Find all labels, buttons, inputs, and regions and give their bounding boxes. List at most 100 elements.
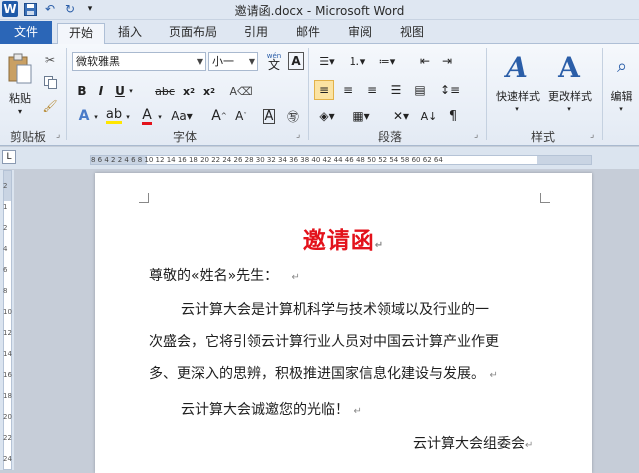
tab-insert[interactable]: 插入 bbox=[108, 23, 152, 44]
signature-line[interactable]: 云计算大会组委会↵ bbox=[413, 433, 533, 453]
document-heading[interactable]: 邀请函↵ bbox=[95, 221, 592, 255]
font-launcher-icon[interactable]: ⌟ bbox=[296, 130, 300, 140]
font-group-label: 字体 bbox=[172, 130, 197, 144]
separator bbox=[602, 48, 603, 140]
body-line-1[interactable]: 云计算大会是计算机科学与技术领域以及行业的一 bbox=[181, 299, 489, 319]
tab-page-layout[interactable]: 页面布局 bbox=[160, 23, 226, 44]
multilevel-list-button[interactable]: ≔▾ bbox=[374, 52, 400, 70]
vertical-ruler[interactable]: 2 1 2 4 6 8 10 12 14 16 18 20 22 24 bbox=[0, 170, 14, 470]
change-styles-dropdown-icon[interactable]: ▾ bbox=[564, 104, 574, 114]
vertical-ruler-strip bbox=[3, 170, 12, 470]
tab-mailings[interactable]: 邮件 bbox=[286, 23, 330, 44]
shrink-font-button[interactable]: Aˇ bbox=[232, 106, 250, 126]
title-bar: W ↶ ↻ ▾ 邀请函.docx - Microsoft Word bbox=[0, 0, 639, 20]
editing-dropdown-icon[interactable]: ▾ bbox=[616, 104, 626, 114]
vruler-number: 8 bbox=[3, 287, 8, 295]
horizontal-ruler[interactable]: 8 6 4 2 2 4 6 8 10 12 14 16 18 20 22 24 … bbox=[90, 155, 592, 165]
enclose-char-button[interactable]: A bbox=[260, 106, 278, 126]
bold-button[interactable]: B bbox=[74, 82, 90, 100]
heading-text: 邀请函 bbox=[302, 228, 375, 254]
window-title: 邀请函.docx - Microsoft Word bbox=[234, 4, 405, 18]
strikethrough-button[interactable]: abc bbox=[154, 82, 176, 100]
underline-dropdown-icon[interactable]: ▾ bbox=[127, 84, 135, 98]
highlight-dropdown-icon[interactable]: ▾ bbox=[124, 110, 132, 124]
shading-button[interactable]: ◈▾ bbox=[314, 106, 340, 126]
ribbon-tab-row: 文件 开始 插入 页面布局 引用 邮件 审阅 视图 bbox=[0, 20, 639, 44]
font-color-button[interactable]: A bbox=[138, 106, 156, 126]
sort-button[interactable]: A↓ bbox=[420, 106, 438, 126]
borders-button[interactable]: ▦▾ bbox=[348, 106, 374, 126]
styles-group-label: 样式 bbox=[530, 130, 555, 144]
change-styles-icon[interactable]: A bbox=[552, 50, 586, 84]
chevron-down-icon: ▼ bbox=[196, 57, 203, 66]
superscript-button[interactable]: x2 bbox=[200, 82, 218, 100]
increase-indent-button[interactable]: ⇥ bbox=[438, 52, 456, 70]
greeting-text: 尊敬的«姓名»先生： bbox=[149, 268, 279, 284]
change-styles-label[interactable]: 更改样式 bbox=[544, 88, 596, 104]
vruler-number: 14 bbox=[3, 350, 12, 358]
vruler-number: 22 bbox=[3, 434, 12, 442]
styles-launcher-icon[interactable]: ⌟ bbox=[590, 130, 594, 140]
copy-icon[interactable] bbox=[42, 74, 58, 90]
chevron-down-icon: ▼ bbox=[248, 57, 255, 66]
decrease-indent-button[interactable]: ⇤ bbox=[416, 52, 434, 70]
tab-home[interactable]: 开始 bbox=[57, 23, 105, 44]
justify-button[interactable]: ☰ bbox=[386, 80, 406, 100]
editing-icon[interactable]: ⌕ bbox=[608, 52, 636, 80]
paragraph-launcher-icon[interactable]: ⌟ bbox=[474, 130, 478, 140]
change-case-button[interactable]: Aa▾ bbox=[170, 106, 194, 126]
phonetic-guide-button[interactable]: wén 文 bbox=[264, 50, 284, 72]
quick-styles-dropdown-icon[interactable]: ▾ bbox=[512, 104, 522, 114]
format-painter-icon[interactable]: 🖌 bbox=[42, 98, 58, 114]
document-page[interactable]: 邀请函↵ 尊敬的«姓名»先生： ↵ 云计算大会是计算机科学与技术领域以及行业的一… bbox=[95, 173, 592, 473]
paragraph-mark: ↵ bbox=[489, 370, 498, 381]
body-line-2[interactable]: 次盛会，它将引领云计算行业人员对中国云计算产业作更 bbox=[149, 331, 499, 351]
underline-button[interactable]: U bbox=[112, 82, 128, 100]
bullets-button[interactable]: ☰▾ bbox=[314, 52, 340, 70]
vruler-number: 20 bbox=[3, 413, 12, 421]
welcome-line[interactable]: 云计算大会诚邀您的光临！ ↵ bbox=[181, 399, 362, 419]
character-border-button[interactable]: A bbox=[288, 52, 304, 70]
crop-mark-top-right bbox=[540, 193, 550, 203]
clipboard-launcher-icon[interactable]: ⌟ bbox=[56, 130, 60, 140]
paragraph-group-label: 段落 bbox=[377, 130, 402, 144]
grow-font-button[interactable]: A ^ bbox=[210, 106, 228, 126]
numbering-button[interactable]: ⒈▾ bbox=[344, 52, 370, 70]
show-marks-button[interactable]: ¶ bbox=[444, 106, 462, 126]
distributed-button[interactable]: ▤ bbox=[410, 80, 430, 100]
separator bbox=[486, 48, 487, 140]
tab-view[interactable]: 视图 bbox=[390, 23, 434, 44]
text-effects-dropdown-icon[interactable]: ▾ bbox=[92, 110, 100, 124]
subscript-button[interactable]: x2 bbox=[180, 82, 198, 100]
chinese-layout-button[interactable]: ✕▾ bbox=[388, 106, 414, 126]
italic-button[interactable]: I bbox=[93, 82, 109, 100]
paste-dropdown-icon[interactable]: ▾ bbox=[14, 106, 26, 116]
align-center-button[interactable]: ≡ bbox=[338, 80, 358, 100]
quick-styles-icon[interactable]: A bbox=[500, 50, 534, 84]
align-left-button[interactable]: ≡ bbox=[314, 80, 334, 100]
paste-label[interactable]: 粘贴 bbox=[4, 90, 36, 106]
paste-button[interactable] bbox=[4, 50, 36, 88]
vruler-number: 2 bbox=[3, 182, 8, 190]
vruler-number: 24 bbox=[3, 455, 12, 463]
font-color-dropdown-icon[interactable]: ▾ bbox=[156, 110, 164, 124]
ribbon-home: 粘贴 ▾ ✂ 🖌 剪贴板 ⌟ 微软雅黑 ▼ 小一 ▼ wén 文 A B I U… bbox=[0, 44, 639, 146]
greeting-line[interactable]: 尊敬的«姓名»先生： ↵ bbox=[149, 265, 300, 285]
paste-icon bbox=[8, 53, 32, 84]
align-right-button[interactable]: ≡ bbox=[362, 80, 382, 100]
body-line-3[interactable]: 多、更深入的思辨，积极推进国家信息化建设与发展。 ↵ bbox=[149, 363, 498, 383]
highlight-button[interactable]: ab bbox=[104, 106, 124, 126]
clear-formatting-icon[interactable]: A⌫ bbox=[229, 82, 252, 100]
tab-review[interactable]: 审阅 bbox=[338, 23, 382, 44]
enclosed-character-icon[interactable]: ㊢ bbox=[284, 106, 302, 126]
editing-label[interactable]: 编辑 bbox=[604, 88, 639, 104]
line-spacing-button[interactable]: ↕≡ bbox=[438, 80, 462, 100]
tab-file[interactable]: 文件 bbox=[0, 21, 52, 44]
tab-selector-button[interactable]: L bbox=[2, 150, 16, 164]
tab-references[interactable]: 引用 bbox=[234, 23, 278, 44]
quick-styles-label[interactable]: 快速样式 bbox=[492, 88, 544, 104]
cut-icon[interactable]: ✂ bbox=[42, 52, 58, 68]
font-size-select[interactable]: 小一 ▼ bbox=[208, 52, 258, 71]
font-name-select[interactable]: 微软雅黑 ▼ bbox=[72, 52, 206, 71]
text-effects-button[interactable]: A bbox=[74, 106, 94, 126]
